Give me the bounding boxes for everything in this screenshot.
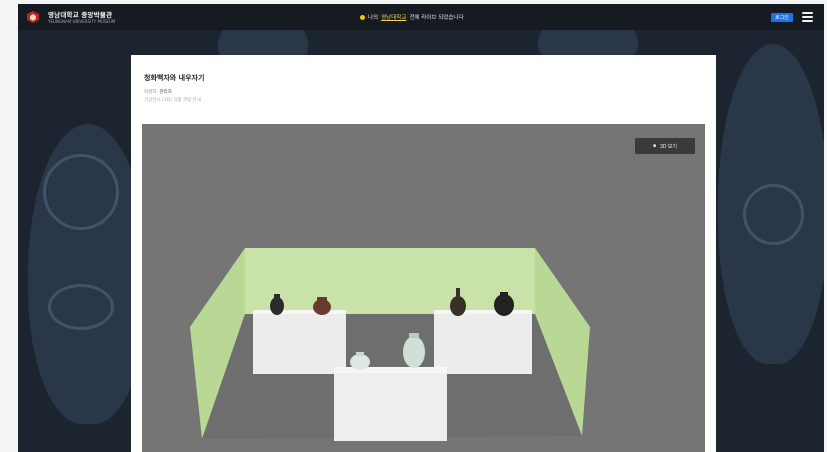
page-title: 청화백자와 내우자기 xyxy=(144,74,205,82)
author-label: 작성자 xyxy=(144,90,157,95)
back-wall xyxy=(245,248,535,314)
museum-emblem-icon xyxy=(24,9,42,25)
login-button[interactable]: 로그인 xyxy=(771,13,793,22)
museum-logo[interactable]: 영남대학교 중앙박물관 YEUNGNAM UNIVERSITY MUSEUM xyxy=(24,9,115,25)
author-line: 작성자 관리자 xyxy=(144,89,172,95)
pedestal-left xyxy=(253,314,346,374)
exhibition-scene xyxy=(190,248,590,441)
exhibition-description: 가상전시 (3D) 작품 관람 안내 xyxy=(144,98,201,103)
author-value: 관리자 xyxy=(159,90,172,95)
notice-bulb-icon xyxy=(360,14,365,20)
museum-site: 영남대학교 중앙박물관 YEUNGNAM UNIVERSITY MUSEUM 나… xyxy=(18,4,824,452)
exhibition-card: 청화백자와 내우자기 작성자 관리자 가상전시 (3D) 작품 관람 안내 ■ … xyxy=(131,55,716,452)
pedestal-front-top xyxy=(334,367,447,373)
background-flower-motif xyxy=(743,184,804,245)
top-notice: 나의 영남대학교 전에 라이브 되었습니다 xyxy=(360,13,464,21)
pedestal-right xyxy=(434,314,532,374)
view-3d-button[interactable]: ■ 3D 보기 xyxy=(635,138,695,154)
notice-prefix: 나의 xyxy=(368,15,379,21)
view-3d-label: 3D 보기 xyxy=(660,143,677,150)
pedestal-front xyxy=(334,371,447,441)
logo-title: 영남대학교 중앙박물관 xyxy=(48,10,113,19)
hamburger-menu-icon[interactable] xyxy=(802,12,813,22)
top-navigation-bar: 영남대학교 중앙박물관 YEUNGNAM UNIVERSITY MUSEUM 나… xyxy=(18,4,824,30)
notice-link[interactable]: 영남대학교 xyxy=(381,13,406,21)
page-frame: 영남대학교 중앙박물관 YEUNGNAM UNIVERSITY MUSEUM 나… xyxy=(0,0,827,452)
virtual-exhibition-viewer[interactable]: ■ 3D 보기 xyxy=(142,124,705,452)
background-cloud-motif xyxy=(48,284,114,330)
notice-suffix: 전에 라이브 되었습니다 xyxy=(409,15,464,21)
logo-subtitle: YEUNGNAM UNIVERSITY MUSEUM xyxy=(48,18,116,24)
cube-icon: ■ xyxy=(652,143,657,149)
background-crane-motif xyxy=(43,154,119,230)
